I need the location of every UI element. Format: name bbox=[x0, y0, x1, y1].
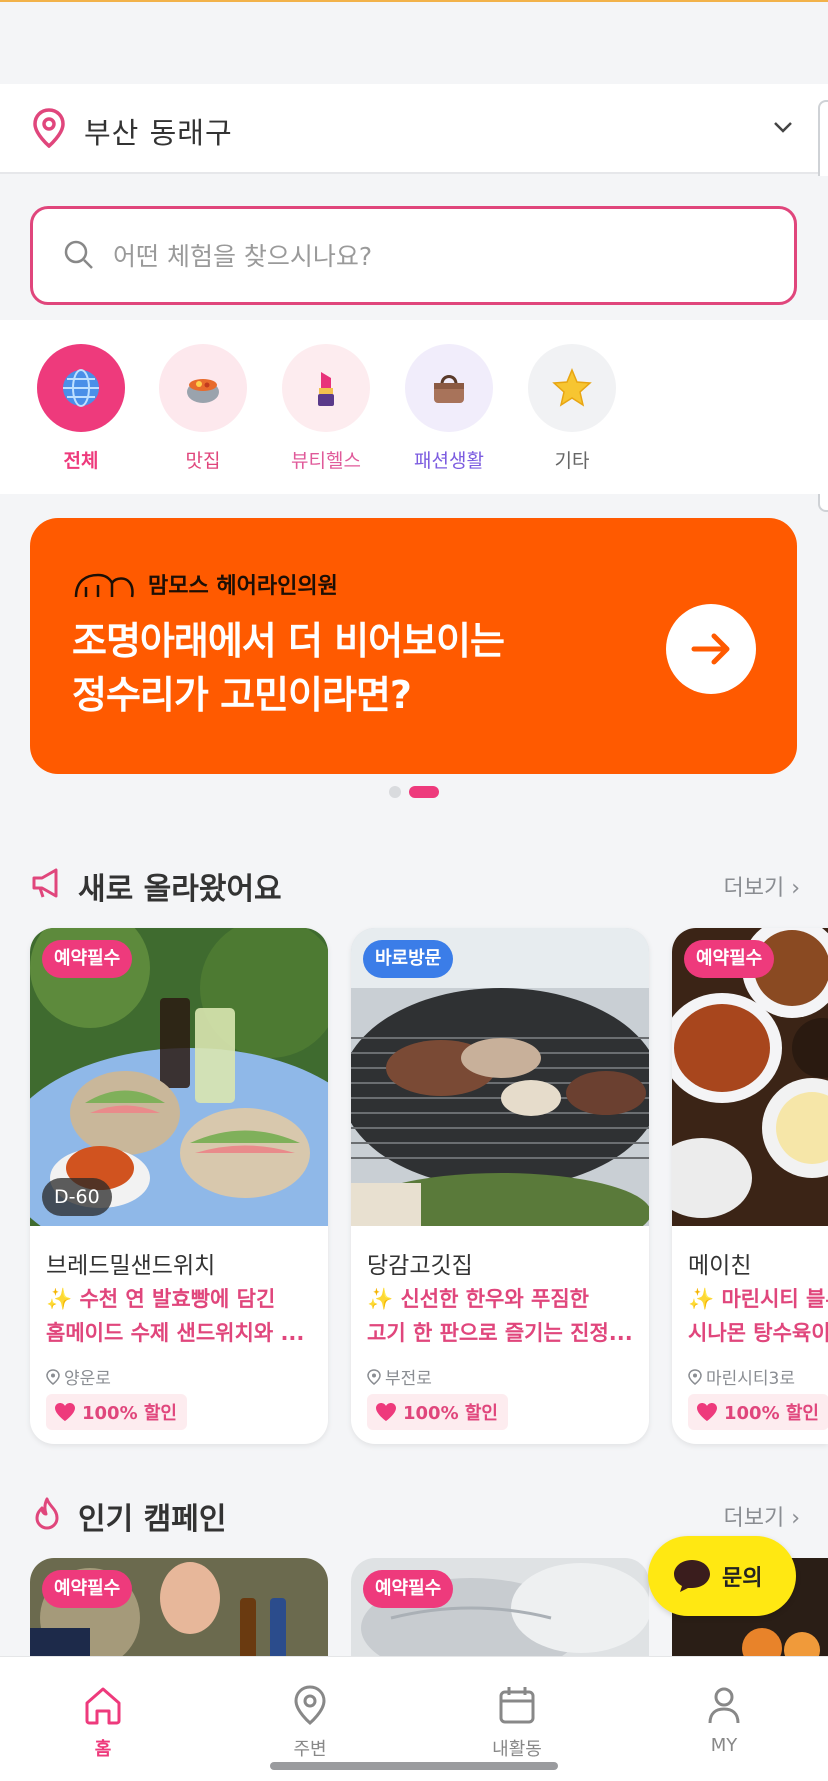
banner-pagination bbox=[0, 786, 828, 800]
arrow-right-icon[interactable] bbox=[666, 604, 756, 694]
star-icon bbox=[528, 344, 616, 432]
card-desc: ✨ 수천 연 발효빵에 담긴 bbox=[46, 1287, 276, 1311]
card-title: 메이친 bbox=[688, 1253, 752, 1279]
search-input[interactable] bbox=[113, 231, 753, 281]
heart-icon bbox=[376, 1403, 396, 1421]
more-link[interactable]: 더보기 › bbox=[723, 870, 800, 902]
card-image: 예약필수 bbox=[672, 928, 828, 1226]
fire-icon bbox=[35, 1497, 59, 1530]
more-link[interactable]: 더보기 › bbox=[723, 1500, 800, 1532]
map-pin-icon bbox=[688, 1368, 702, 1385]
handbag-icon bbox=[405, 344, 493, 432]
campaign-card[interactable]: 예약필수 메이친 ✨ 마린시티 블루 시나몬 탕수육이 마린시티3로 100% … bbox=[672, 928, 828, 1444]
promo-banner[interactable]: 맘모스 헤어라인의원 조명아래에서 더 비어보이는 정수리가 고민이라면? bbox=[30, 518, 797, 774]
card-desc: 고기 한 판으로 즐기는 진정... bbox=[367, 1321, 633, 1345]
card-image: 예약필수 D-60 bbox=[30, 928, 328, 1226]
category-etc[interactable]: 기타 bbox=[522, 344, 622, 473]
discount-badge: 100% 할인 bbox=[688, 1394, 828, 1430]
chat-bubble-icon bbox=[674, 1560, 710, 1592]
popular-card[interactable]: 예약필수 bbox=[30, 1558, 328, 1668]
banner-title: 조명아래에서 더 비어보이는 정수리가 고민이라면? bbox=[72, 619, 505, 717]
card-location: 부전로 bbox=[367, 1364, 432, 1389]
pagination-dot-active[interactable] bbox=[409, 786, 439, 798]
calendar-icon bbox=[499, 1687, 535, 1724]
location-label: 부산 동래구 bbox=[84, 116, 233, 150]
popular-section-header: 인기 캠페인 더보기 › bbox=[30, 1492, 800, 1537]
pagination-dot[interactable] bbox=[389, 786, 401, 798]
card-image: 바로방문 bbox=[351, 928, 649, 1226]
badge-reservation: 예약필수 bbox=[42, 1570, 133, 1608]
dday-badge: D-60 bbox=[42, 1178, 112, 1216]
discount-badge: 100% 할인 bbox=[367, 1394, 508, 1430]
banner-brand: 맘모스 헤어라인의원 bbox=[72, 568, 338, 600]
elephant-logo-icon bbox=[74, 573, 134, 598]
map-pin-icon bbox=[46, 1368, 60, 1385]
lipstick-icon bbox=[282, 344, 370, 432]
food-pot-icon bbox=[159, 344, 247, 432]
card-title: 브레드밀샌드위치 bbox=[46, 1253, 216, 1279]
search-box[interactable] bbox=[30, 206, 797, 305]
card-desc: 시나몬 탕수육이 bbox=[688, 1321, 828, 1345]
badge-reservation: 예약필수 bbox=[363, 1570, 454, 1608]
popular-card[interactable]: 예약필수 bbox=[351, 1558, 649, 1668]
map-pin-icon bbox=[367, 1368, 381, 1385]
card-desc: ✨ 신선한 한우와 푸짐한 bbox=[367, 1287, 589, 1311]
category-food[interactable]: 맛집 bbox=[153, 344, 253, 473]
card-desc: ✨ 마린시티 블루 bbox=[688, 1287, 828, 1311]
nav-nearby[interactable]: 주변 bbox=[250, 1683, 370, 1761]
chevron-down-icon[interactable] bbox=[770, 114, 796, 140]
category-beauty[interactable]: 뷰티헬스 bbox=[276, 344, 376, 473]
search-icon bbox=[64, 240, 93, 269]
category-all[interactable]: 전체 bbox=[31, 344, 131, 473]
home-indicator[interactable] bbox=[270, 1762, 558, 1770]
search-area bbox=[0, 176, 828, 320]
badge-reservation: 예약필수 bbox=[42, 940, 133, 978]
inquiry-button[interactable]: 문의 bbox=[648, 1536, 796, 1616]
card-location: 마린시티3로 bbox=[688, 1364, 795, 1389]
card-location: 양운로 bbox=[46, 1364, 111, 1389]
location-bar[interactable]: 부산 동래구 bbox=[0, 84, 828, 174]
home-icon bbox=[85, 1687, 121, 1725]
megaphone-icon bbox=[32, 868, 58, 898]
category-fashion[interactable]: 패션생활 bbox=[399, 344, 499, 473]
card-desc: 홈메이드 수제 샌드위치와 ... bbox=[46, 1321, 305, 1345]
map-pin-icon bbox=[294, 1685, 326, 1725]
discount-badge: 100% 할인 bbox=[46, 1394, 187, 1430]
badge-walk-in: 바로방문 bbox=[363, 940, 454, 978]
heart-icon bbox=[697, 1403, 717, 1421]
category-row: 전체 맛집 뷰티헬스 패션생활 기타 bbox=[0, 320, 828, 494]
status-bar bbox=[0, 2, 828, 84]
globe-icon bbox=[37, 344, 125, 432]
nav-home[interactable]: 홈 bbox=[43, 1683, 163, 1761]
new-section-header: 새로 올라왔어요 더보기 › bbox=[30, 862, 800, 907]
nav-my[interactable]: MY bbox=[664, 1683, 784, 1756]
campaign-card[interactable]: 예약필수 D-60 브레드밀샌드위치 ✨ 수천 연 발효빵에 담긴 홈메이드 수… bbox=[30, 928, 328, 1444]
heart-icon bbox=[55, 1403, 75, 1421]
map-pin-icon bbox=[33, 108, 65, 148]
campaign-card[interactable]: 바로방문 당감고깃집 ✨ 신선한 한우와 푸짐한 고기 한 판으로 즐기는 진정… bbox=[351, 928, 649, 1444]
badge-reservation: 예약필수 bbox=[684, 940, 775, 978]
card-title: 당감고깃집 bbox=[367, 1253, 473, 1279]
user-icon bbox=[708, 1687, 740, 1724]
nav-my-activity[interactable]: 내활동 bbox=[457, 1683, 577, 1761]
